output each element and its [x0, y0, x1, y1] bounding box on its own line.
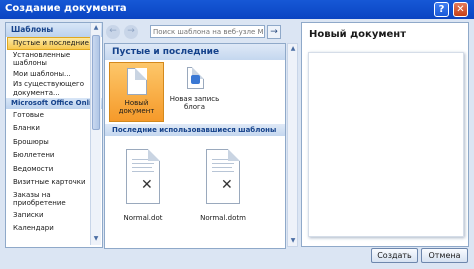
sidebar-item-blank-recent[interactable]: Пустые и последние — [7, 37, 101, 50]
scroll-up-arrow-icon[interactable]: ▲ — [91, 23, 101, 33]
sidebar-item-newsletters[interactable]: Бюллетени — [6, 149, 102, 163]
back-button[interactable]: ← — [106, 25, 120, 39]
sidebar-item-from-existing[interactable]: Из существующего документа... — [6, 79, 102, 98]
sidebar-header: Шаблоны — [6, 23, 102, 37]
template-mark-icon: ✕ — [221, 177, 233, 193]
title-bar: Создание документа ? ✕ — [0, 0, 474, 19]
new-blog-post-tile[interactable]: Новая запись блога — [167, 62, 222, 122]
new-document-label: Новый документ — [118, 99, 155, 115]
sidebar-item-brochures[interactable]: Брошюры — [6, 136, 102, 150]
sidebar-item-statements[interactable]: Ведомости — [6, 163, 102, 177]
sidebar-item-my-templates[interactable]: Мои шаблоны... — [6, 69, 102, 80]
section-blank-recent-header: Пустые и последние — [105, 44, 285, 60]
sidebar-scrollbar[interactable]: ▲ ▼ — [90, 23, 101, 245]
preview-title: Новый документ — [309, 29, 407, 40]
sidebar-item-notes[interactable]: Записки — [6, 209, 102, 223]
search-go-button[interactable]: → — [267, 25, 281, 39]
forward-button[interactable]: → — [124, 25, 138, 39]
new-document-tile[interactable]: Новый документ — [109, 62, 164, 122]
blank-document-icon — [127, 68, 147, 95]
gallery-scrollbar[interactable]: ▲ ▼ — [287, 43, 298, 247]
sidebar-item-forms[interactable]: Бланки — [6, 122, 102, 136]
sidebar-item-business-cards[interactable]: Визитные карточки — [6, 176, 102, 190]
sidebar-item-calendars[interactable]: Календари — [6, 222, 102, 236]
templates-gallery: Пустые и последние Новый документ Новая … — [104, 43, 286, 249]
create-button[interactable]: Создать — [371, 248, 418, 263]
recent-template-label: Normal.dotm — [200, 214, 246, 222]
templates-sidebar: Шаблоны Пустые и последние Установленные… — [5, 22, 103, 248]
template-mark-icon: ✕ — [141, 177, 153, 193]
template-document-icon: ✕ — [126, 149, 160, 204]
scroll-up-arrow-icon[interactable]: ▲ — [288, 44, 298, 54]
section-recent-templates-header: Последние использовавшиеся шаблоны — [105, 124, 285, 136]
template-document-icon: ✕ — [206, 149, 240, 204]
template-search-input[interactable] — [151, 26, 265, 37]
sidebar-item-installed[interactable]: Установленные шаблоны — [6, 50, 102, 69]
blog-post-icon — [187, 67, 204, 89]
sidebar-item-ready[interactable]: Готовые — [6, 109, 102, 123]
close-button[interactable]: ✕ — [453, 2, 468, 17]
scroll-down-arrow-icon[interactable]: ▼ — [288, 236, 298, 246]
window-title: Создание документа — [5, 3, 127, 14]
document-preview — [308, 52, 464, 237]
sidebar-item-purchase-orders[interactable]: Заказы на приобретение — [6, 190, 102, 209]
new-blog-post-label: Новая запись блога — [169, 95, 220, 111]
scroll-thumb[interactable] — [92, 35, 100, 130]
cancel-button[interactable]: Отмена — [421, 248, 468, 263]
template-search-box[interactable] — [150, 25, 265, 38]
help-button[interactable]: ? — [434, 2, 449, 17]
new-document-dialog: Создание документа ? ✕ Шаблоны Пустые и … — [0, 0, 474, 269]
recent-template-label: Normal.dot — [123, 214, 163, 222]
preview-pane: Новый документ — [301, 22, 469, 247]
sidebar-group-office-online: Microsoft Office Online — [6, 98, 102, 109]
scroll-down-arrow-icon[interactable]: ▼ — [91, 234, 101, 244]
